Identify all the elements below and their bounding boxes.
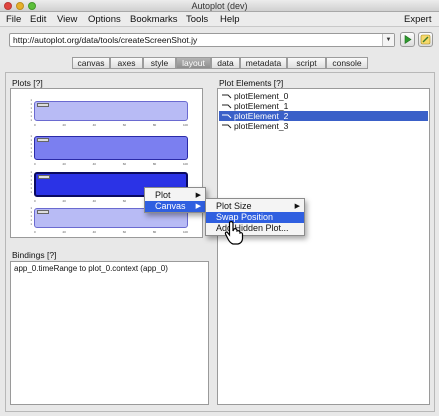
plot-0-y-ticks: 111111 bbox=[30, 98, 32, 122]
canvas-submenu: Plot Size ▶ Swap Position Add Hidden Plo… bbox=[205, 198, 305, 236]
submenu-arrow-icon: ▶ bbox=[195, 192, 201, 199]
plot-elements-panel-title: Plot Elements [?] bbox=[219, 78, 284, 88]
tab-metadata[interactable]: metadata bbox=[240, 57, 287, 69]
menu-edit[interactable]: Edit bbox=[30, 12, 46, 27]
data-source-url-field[interactable]: http://autoplot.org/data/tools/createScr… bbox=[9, 33, 395, 47]
binding-item[interactable]: app_0.timeRange to plot_0.context (app_0… bbox=[14, 264, 168, 273]
plot-elements-panel: plotElement_0 plotElement_1 plotElement_… bbox=[217, 88, 430, 405]
zoom-window-button[interactable] bbox=[28, 2, 36, 10]
tab-axes[interactable]: axes bbox=[110, 57, 143, 69]
series-line-icon bbox=[222, 104, 232, 109]
tab-canvas[interactable]: canvas bbox=[72, 57, 110, 69]
tab-script[interactable]: script bbox=[287, 57, 326, 69]
canvas-layout-preview[interactable]: 111111 0 20 40 60 80 100 111111 0 20 40 60 80 100 … bbox=[12, 90, 201, 236]
legend-icon bbox=[38, 175, 50, 179]
window-titlebar: Autoplot (dev) bbox=[0, 0, 439, 12]
series-line-icon bbox=[222, 124, 232, 129]
menu-item-swap-position[interactable]: Swap Position bbox=[206, 212, 304, 223]
menu-item-plot[interactable]: Plot ▶ bbox=[145, 190, 205, 201]
plot-1-preview[interactable] bbox=[34, 136, 188, 160]
plot-element-row-selected[interactable]: plotElement_2 bbox=[219, 111, 428, 121]
plot-element-row[interactable]: plotElement_1 bbox=[219, 101, 428, 111]
expert-mode-menu[interactable]: Expert bbox=[404, 12, 431, 27]
tab-console[interactable]: console bbox=[326, 57, 368, 69]
plot-3-y-ticks: 11111 bbox=[30, 206, 32, 226]
plot-0-x-ticks: 0 20 40 60 80 100 bbox=[34, 123, 188, 127]
menu-item-label: Plot bbox=[155, 190, 171, 200]
series-line-icon bbox=[222, 94, 232, 99]
context-menu: Plot ▶ Canvas ▶ bbox=[144, 187, 206, 213]
bindings-panel: app_0.timeRange to plot_0.context (app_0… bbox=[10, 261, 209, 405]
submenu-arrow-icon: ▶ bbox=[195, 203, 201, 210]
url-text: http://autoplot.org/data/tools/createScr… bbox=[13, 35, 198, 45]
window-title: Autoplot (dev) bbox=[191, 1, 248, 11]
edit-icon bbox=[420, 34, 431, 45]
menubar: File Edit View Options Bookmarks Tools H… bbox=[0, 12, 439, 27]
menu-view[interactable]: View bbox=[57, 12, 77, 27]
plot-3-x-ticks: 0 20 40 60 80 100 bbox=[34, 230, 188, 234]
edit-script-button[interactable] bbox=[418, 32, 433, 47]
legend-icon bbox=[37, 210, 49, 214]
plot-element-row[interactable]: plotElement_3 bbox=[219, 121, 428, 131]
plot-element-label: plotElement_1 bbox=[234, 101, 289, 111]
submenu-arrow-icon: ▶ bbox=[294, 203, 300, 210]
chevron-down-icon[interactable]: ▼ bbox=[382, 34, 394, 46]
plots-panel-title: Plots [?] bbox=[12, 78, 43, 88]
tab-style[interactable]: style bbox=[143, 57, 176, 69]
tab-layout[interactable]: layout bbox=[176, 57, 211, 69]
series-line-icon bbox=[222, 114, 232, 119]
menu-options[interactable]: Options bbox=[88, 12, 121, 27]
plot-2-y-ticks: 111111 bbox=[30, 170, 32, 194]
legend-icon bbox=[37, 138, 49, 142]
menu-file[interactable]: File bbox=[6, 12, 21, 27]
menu-item-label: Plot Size bbox=[216, 201, 252, 211]
plot-element-label: plotElement_3 bbox=[234, 121, 289, 131]
play-button[interactable] bbox=[400, 32, 415, 47]
plot-0-preview[interactable] bbox=[34, 101, 188, 121]
plot-element-label: plotElement_2 bbox=[234, 111, 289, 121]
menu-item-canvas[interactable]: Canvas ▶ bbox=[145, 201, 205, 212]
plot-element-row[interactable]: plotElement_0 bbox=[219, 91, 428, 101]
menu-item-add-hidden-plot[interactable]: Add Hidden Plot... bbox=[206, 223, 304, 234]
menu-item-plot-size[interactable]: Plot Size ▶ bbox=[206, 201, 304, 212]
plot-element-label: plotElement_0 bbox=[234, 91, 289, 101]
hand-pointer-cursor-icon bbox=[224, 221, 244, 245]
plot-1-x-ticks: 0 20 40 60 80 100 bbox=[34, 162, 188, 166]
minimize-window-button[interactable] bbox=[16, 2, 24, 10]
menu-tools[interactable]: Tools bbox=[186, 12, 208, 27]
tab-data[interactable]: data bbox=[211, 57, 240, 69]
plots-panel: 111111 0 20 40 60 80 100 111111 0 20 40 60 80 100 … bbox=[10, 88, 203, 238]
legend-icon bbox=[37, 103, 49, 107]
menu-bookmarks[interactable]: Bookmarks bbox=[130, 12, 178, 27]
menu-item-label: Canvas bbox=[155, 201, 186, 211]
close-window-button[interactable] bbox=[4, 2, 12, 10]
menu-help[interactable]: Help bbox=[220, 12, 240, 27]
play-icon bbox=[404, 34, 412, 45]
plot-1-y-ticks: 111111 bbox=[30, 134, 32, 158]
bindings-panel-title: Bindings [?] bbox=[12, 250, 57, 260]
